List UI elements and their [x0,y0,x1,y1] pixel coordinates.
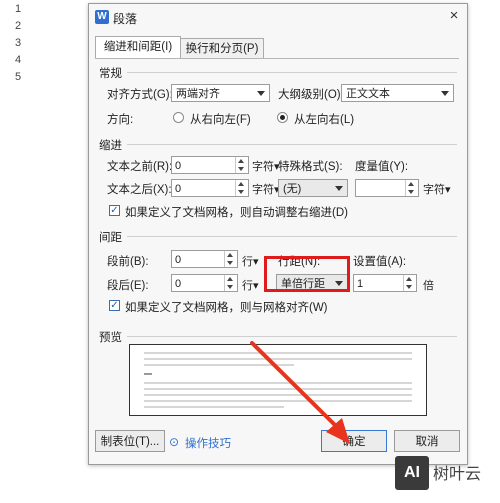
arrow-line [250,341,342,432]
watermark-badge: AI [395,456,429,490]
watermark-text: 树叶云 [433,466,482,483]
watermark-logo: AI 树叶云 [395,452,495,498]
annotation-arrow [250,341,350,444]
